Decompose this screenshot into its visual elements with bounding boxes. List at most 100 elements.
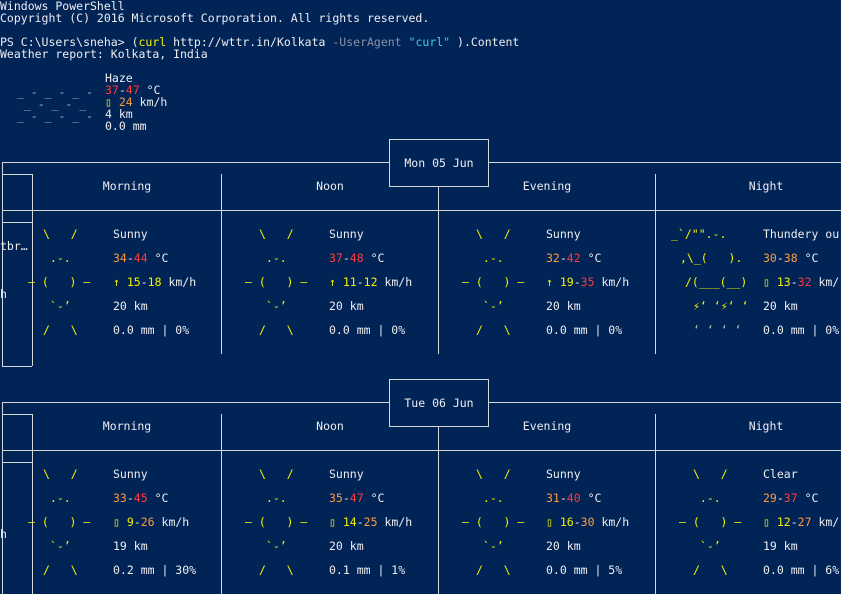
wind: ▯ 13-32 km/: [763, 276, 839, 288]
lightning-icon: ⚡‘ ‘⚡‘ ‘: [693, 299, 749, 313]
dash: -: [559, 491, 567, 505]
dash: -: [126, 491, 134, 505]
col-divider: [32, 174, 33, 366]
col-divider: [655, 174, 656, 354]
wind-unit: km/h: [132, 95, 168, 109]
wind: ↑ 15-18 km/h: [113, 276, 196, 288]
period-morning: Morning: [102, 179, 152, 193]
wind-high: 25: [363, 515, 378, 529]
col-divider: [2, 402, 3, 594]
thunder-cloud-icon: /(___(__): [685, 275, 748, 289]
dash: -: [776, 491, 784, 505]
visibility: 20 km: [763, 299, 798, 313]
temp-unit: °C: [797, 491, 819, 505]
sun-icon: `-’: [476, 299, 504, 313]
wind: ▯ 14-25 km/h: [329, 516, 412, 528]
period-noon: Noon: [316, 179, 344, 193]
wind-low: 9: [126, 515, 134, 529]
wind-unit: km/h: [377, 515, 413, 529]
precipitation: 0.2 mm | 30%: [113, 563, 197, 577]
temp-unit: °C: [363, 251, 385, 265]
wind-unit: km/h: [154, 515, 190, 529]
sun-icon: ‒ ( ) ‒: [462, 275, 525, 289]
period-night: Night: [748, 419, 784, 433]
sun-icon: `-’: [259, 299, 287, 313]
visibility: 20 km: [329, 539, 364, 553]
moon-icon: .-.: [693, 491, 721, 505]
dash: -: [140, 275, 148, 289]
wind-arrow-icon: ▯: [763, 275, 770, 289]
sun-icon: `-’: [43, 539, 71, 553]
condition: Thundery ou: [763, 227, 840, 241]
cmd-param: -UserAgent: [332, 35, 402, 49]
report-title: Weather report: Kolkata, India: [0, 47, 208, 61]
haze-art-3: _ - _ - _ -: [10, 109, 94, 123]
clip-border: [2, 174, 32, 175]
wind-high: 30: [580, 515, 595, 529]
dash: -: [342, 251, 350, 265]
precipitation: 0.0 mm | 0%: [329, 323, 406, 337]
wind-low: 19: [559, 275, 574, 289]
temp-unit: °C: [147, 251, 169, 265]
temp-low: 34: [113, 251, 127, 265]
sun-icon: \ /: [259, 467, 294, 481]
col-divider: [438, 414, 439, 594]
sun-icon: \ /: [476, 227, 511, 241]
current-precip: 0.0 mm: [105, 119, 147, 133]
dash: -: [126, 251, 134, 265]
condition: Sunny: [546, 467, 581, 481]
dash: -: [790, 515, 798, 529]
sun-icon: / \: [43, 563, 78, 577]
sun-icon: ‒ ( ) ‒: [28, 275, 91, 289]
period-evening: Evening: [522, 179, 572, 193]
day-label: Mon 05 Jun: [404, 156, 474, 170]
moon-icon: / \: [693, 563, 728, 577]
temp-unit: °C: [363, 491, 385, 505]
wind-arrow-icon: ▯: [329, 515, 336, 529]
sun-icon: \ /: [43, 227, 78, 241]
temperature: 33-45 °C: [113, 492, 168, 504]
temp-unit: °C: [580, 491, 602, 505]
wind: ▯ 12-27 km/: [763, 516, 839, 528]
wind: ▯ 9-26 km/h: [113, 516, 189, 528]
sun-icon: / \: [259, 563, 294, 577]
condition: Clear: [763, 467, 798, 481]
temp-high: 40: [566, 491, 581, 505]
wind-high: 12: [363, 275, 378, 289]
wind-unit: km/h: [377, 275, 413, 289]
wind-arrow-icon: ↑: [546, 275, 553, 289]
temp-low: 35: [329, 491, 343, 505]
condition: Sunny: [329, 227, 364, 241]
sun-icon: / \: [43, 323, 78, 337]
temperature: 29-37 °C: [763, 492, 818, 504]
clip-border: [2, 414, 32, 415]
wind: ▯ 16-30 km/h: [546, 516, 629, 528]
condition: Sunny: [546, 227, 581, 241]
table-header-border: [2, 450, 841, 451]
temperature: 31-40 °C: [546, 492, 601, 504]
wind-high: 18: [147, 275, 162, 289]
col-divider: [438, 174, 439, 354]
temp-low: 31: [546, 491, 560, 505]
temp-unit: °C: [147, 491, 169, 505]
wind-arrow-icon: ▯: [113, 515, 120, 529]
visibility: 20 km: [546, 299, 581, 313]
sun-icon: .-.: [259, 491, 287, 505]
visibility: 20 km: [546, 539, 581, 553]
sun-icon: ‒ ( ) ‒: [245, 515, 308, 529]
wind-high: 27: [797, 515, 812, 529]
sun-icon: \ /: [476, 467, 511, 481]
temp-low: 30: [763, 251, 777, 265]
temp-high: 42: [566, 251, 581, 265]
sun-icon: `-’: [476, 539, 504, 553]
sun-icon: / \: [476, 323, 511, 337]
temperature: 32-42 °C: [546, 252, 601, 264]
clipped-text: h: [0, 287, 7, 301]
period-morning: Morning: [102, 419, 152, 433]
wind-arrow-icon: ▯: [763, 515, 770, 529]
period-night: Night: [748, 179, 784, 193]
temp-high: 47: [349, 491, 364, 505]
temp-unit: °C: [580, 251, 602, 265]
wind-unit: km/: [811, 275, 840, 289]
wind-arrow-icon: ↑: [113, 275, 120, 289]
